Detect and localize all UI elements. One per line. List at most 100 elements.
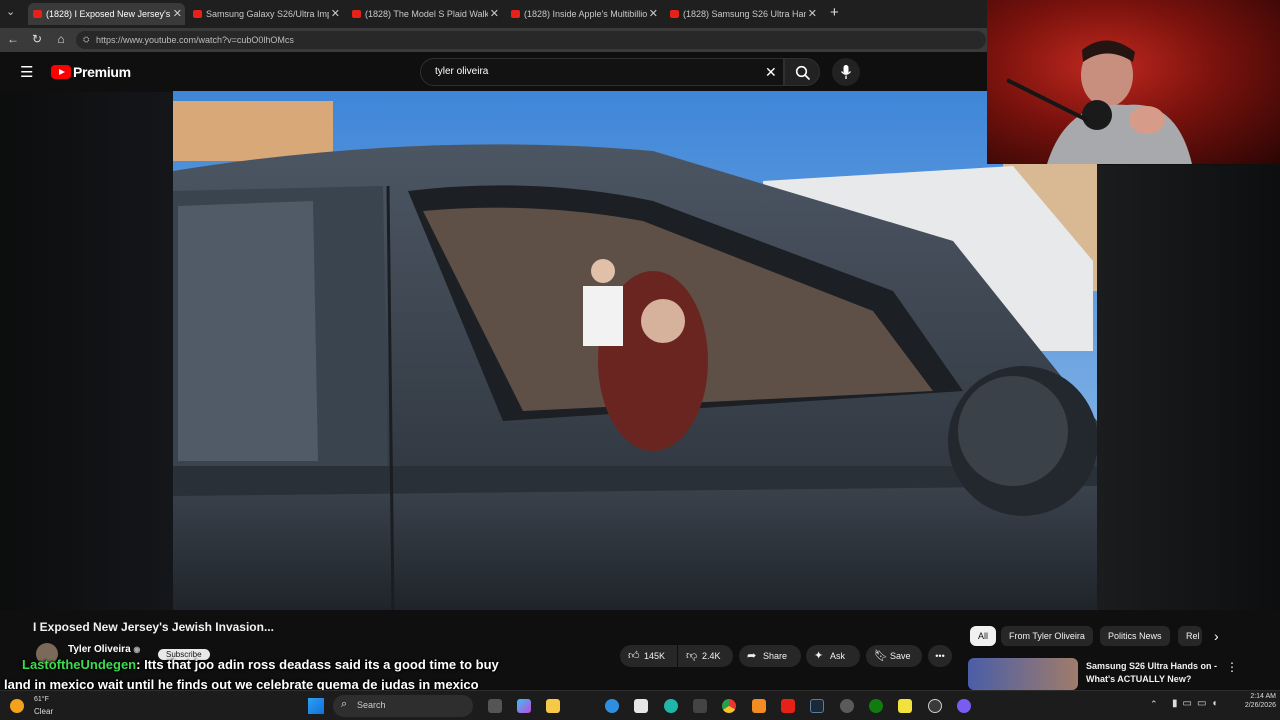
search-icon: ⌕ [341, 698, 348, 710]
tray-icons[interactable]: ▮▭▭◖ [1172, 698, 1222, 709]
chip-from-channel[interactable]: From Tyler Oliveira [1001, 626, 1093, 646]
webcam-overlay [987, 0, 1280, 164]
youtube-favicon-icon [511, 10, 520, 18]
sparkle-icon: ✦ [814, 650, 824, 662]
ask-label: Ask [830, 651, 846, 661]
browser-tab-5[interactable]: (1828) Samsung S26 Ultra Hands ✕ [665, 3, 820, 25]
copilot-icon[interactable] [517, 699, 531, 713]
close-tab-icon[interactable]: ✕ [173, 3, 182, 25]
file-explorer-icon[interactable] [546, 699, 560, 713]
youtube-app-icon[interactable] [781, 699, 795, 713]
share-arrow-icon: ➦ [747, 650, 757, 662]
browser-tab-3[interactable]: (1828) The Model S Plaid Walked ✕ [347, 3, 502, 25]
clock-date: 2/26/2026 [1244, 702, 1276, 709]
tab-label: (1828) Inside Apple's Multibillion [524, 9, 647, 19]
chat-message-line-1: LastoftheUndegen: Itts that joo adin ros… [0, 655, 540, 675]
video-title: I Exposed New Jersey's Jewish Invasion..… [33, 620, 274, 634]
dislike-count: 2.4K [702, 651, 721, 661]
home-icon[interactable]: ⌂ [54, 32, 68, 46]
browser-tab-1[interactable]: (1828) I Exposed New Jersey's Jew ✕ [28, 3, 185, 25]
chip-politics-news[interactable]: Politics News [1100, 626, 1170, 646]
tab-label: (1828) The Model S Plaid Walked [365, 9, 488, 19]
verified-check-icon: ◉ [133, 645, 141, 654]
vlc-icon[interactable] [752, 699, 766, 713]
clear-search-icon[interactable]: ✕ [765, 59, 777, 85]
close-tab-icon[interactable]: ✕ [331, 3, 340, 25]
youtube-favicon-icon [670, 10, 679, 18]
bookmark-icon: 🔖︎ [874, 650, 888, 662]
search-input[interactable]: tyler oliveira ✕ [420, 58, 784, 86]
weather-sun-icon [10, 699, 24, 713]
windows-start-icon[interactable] [308, 698, 324, 714]
reload-icon[interactable]: ↻ [30, 32, 44, 46]
thumbs-up-icon: 👍︎ [628, 650, 640, 662]
site-info-icon[interactable]: ⛭ [83, 31, 89, 49]
thumbs-down-icon: 👎︎ [686, 650, 698, 662]
edge-browser-icon[interactable] [605, 699, 619, 713]
taskbar-search[interactable]: ⌕ Search [333, 695, 473, 717]
youtube-favicon-icon [193, 10, 202, 18]
active-app-icon[interactable] [957, 699, 971, 713]
browser-tab-4[interactable]: (1828) Inside Apple's Multibillion ✕ [506, 3, 661, 25]
dislike-button[interactable]: 👎︎ 2.4K [678, 645, 733, 667]
notes-icon[interactable] [898, 699, 912, 713]
more-horizontal-icon: ••• [935, 651, 945, 661]
url-text: https://www.youtube.com/watch?v=cubO0lhO… [96, 35, 294, 45]
xbox-icon[interactable] [869, 699, 883, 713]
amazon-icon[interactable] [634, 699, 648, 713]
ambient-backdrop-left [0, 92, 173, 610]
weather-desc: Clear [34, 707, 54, 716]
menu-icon[interactable]: ☰ [20, 63, 33, 81]
recommended-title-line-1: Samsung S26 Ultra Hands on - [1086, 661, 1218, 671]
obs-icon[interactable] [928, 699, 942, 713]
clock[interactable]: 2:14 AM 2/26/2026 [1226, 693, 1276, 709]
microphone-icon [840, 65, 852, 79]
search-input-value: tyler oliveira [435, 66, 489, 77]
taskbar-search-label: Search [357, 700, 386, 710]
like-button[interactable]: 👍︎ 145K [620, 645, 677, 667]
youtube-logo-icon[interactable] [51, 65, 71, 79]
youtube-favicon-icon [352, 10, 361, 18]
ask-button[interactable]: ✦ Ask [806, 645, 860, 667]
task-view-icon[interactable] [488, 699, 502, 713]
chat-username: LastoftheUndegen [22, 657, 137, 672]
browser-tab-2[interactable]: Samsung Galaxy S26/Ultra Impre ✕ [188, 3, 343, 25]
clock-time: 2:14 AM [1250, 693, 1276, 700]
search-icon [795, 65, 811, 81]
tab-label: Samsung Galaxy S26/Ultra Impre [206, 9, 329, 19]
back-arrow-icon[interactable]: ← [6, 32, 20, 46]
chips-next-chevron-icon[interactable]: › [1214, 628, 1219, 644]
premium-label[interactable]: Premium [73, 64, 131, 80]
chip-related[interactable]: Rel [1178, 626, 1202, 646]
recommended-video-item[interactable]: Samsung S26 Ultra Hands on - What's ACTU… [968, 658, 1268, 690]
tray-chevron-icon[interactable]: ⌃ [1150, 699, 1158, 710]
video-frame-image [173, 91, 1097, 610]
new-tab-button[interactable]: + [830, 4, 839, 21]
recommended-title-line-2: What's ACTUALLY New? [1086, 674, 1192, 684]
tab-list-chevron-icon[interactable]: ⌄ [6, 5, 15, 18]
close-tab-icon[interactable]: ✕ [649, 3, 658, 25]
ambient-backdrop-right [1097, 165, 1280, 610]
edge-dev-icon[interactable] [664, 699, 678, 713]
recommended-more-icon[interactable]: ⋮ [1226, 660, 1238, 674]
youtube-favicon-icon [33, 10, 42, 18]
search-button[interactable] [784, 58, 820, 86]
settings-app-icon[interactable] [840, 699, 854, 713]
save-button[interactable]: 🔖︎ Save [866, 645, 922, 667]
video-player[interactable] [173, 91, 1097, 610]
stream-chat-overlay: LastoftheUndegen: Itts that joo adin ros… [0, 655, 540, 695]
chrome-icon[interactable] [722, 699, 736, 713]
calculator-icon[interactable] [693, 699, 707, 713]
url-field[interactable]: ⛭ https://www.youtube.com/watch?v=cubO0l… [76, 31, 986, 49]
tab-label: (1828) I Exposed New Jersey's Jew [46, 9, 171, 19]
more-actions-button[interactable]: ••• [928, 645, 952, 667]
recommended-thumbnail[interactable] [968, 658, 1078, 690]
close-tab-icon[interactable]: ✕ [490, 3, 499, 25]
channel-name[interactable]: Tyler Oliveira ◉ [68, 644, 140, 655]
share-button[interactable]: ➦ Share [739, 645, 801, 667]
voice-search-button[interactable] [832, 58, 860, 86]
steam-icon[interactable] [810, 699, 824, 713]
chip-all[interactable]: All [970, 626, 997, 646]
like-count: 145K [644, 651, 666, 661]
close-tab-icon[interactable]: ✕ [808, 3, 817, 25]
